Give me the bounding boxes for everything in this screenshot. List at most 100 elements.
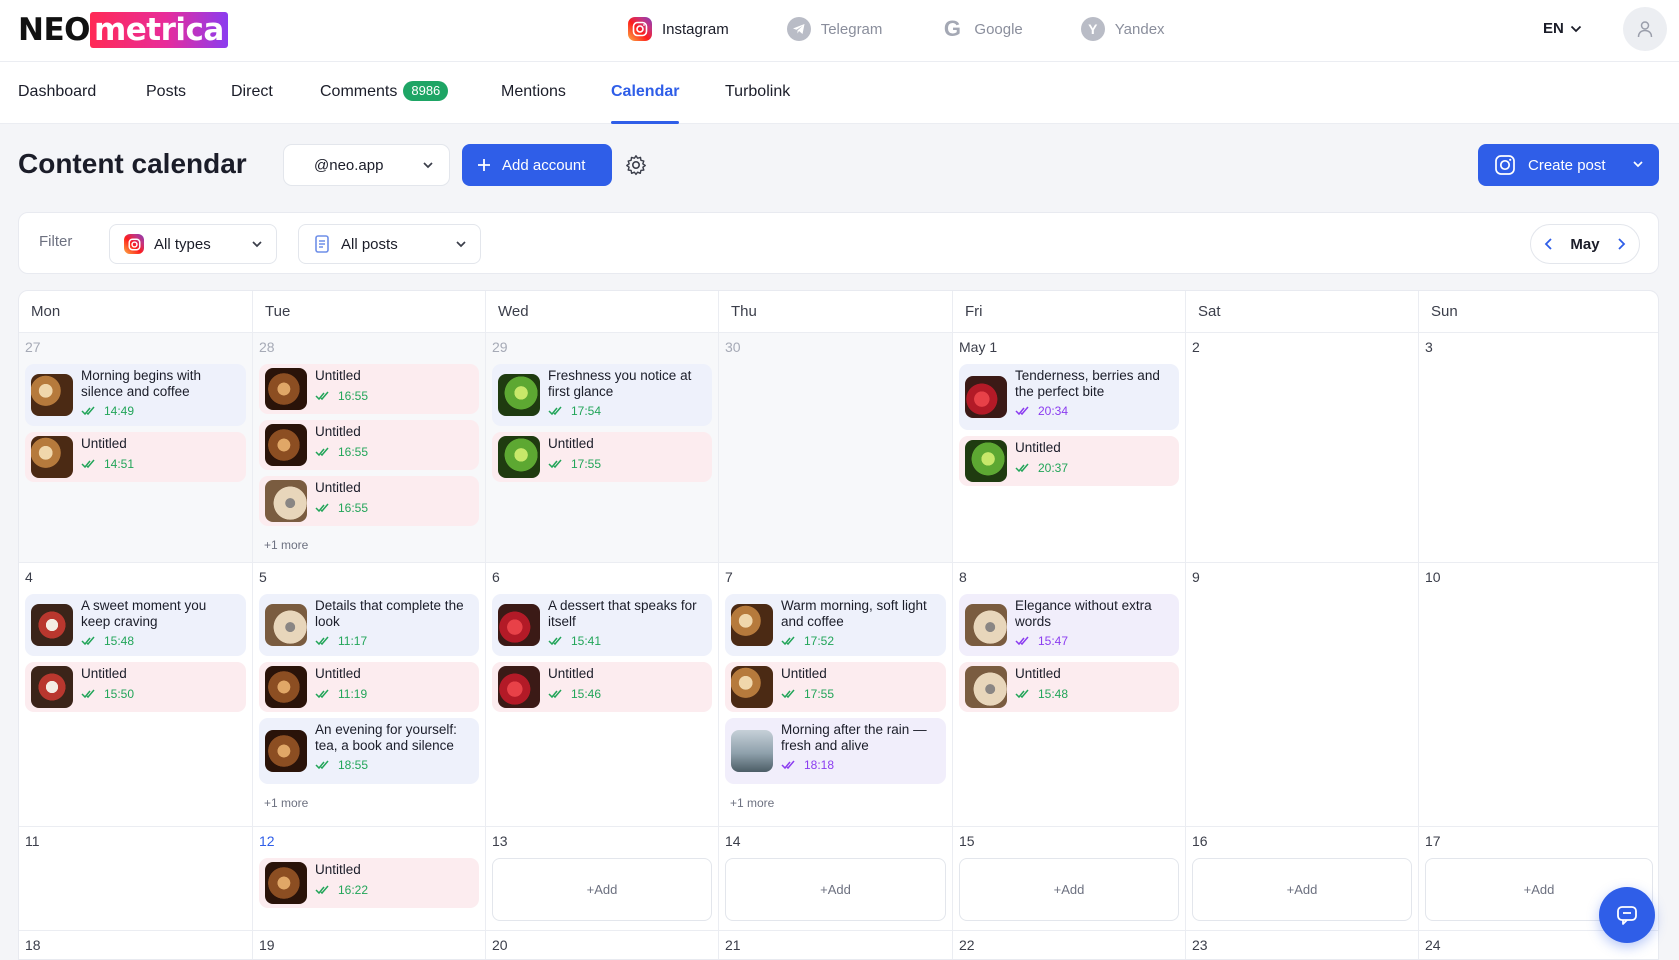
calendar-day-cell[interactable]: 14 +Add xyxy=(719,827,953,931)
posts-filter-select[interactable]: All posts xyxy=(298,224,481,264)
calendar-day-cell[interactable]: 19 xyxy=(253,931,486,959)
post-title: Freshness you notice at first glance xyxy=(548,368,692,399)
calendar-day-cell[interactable]: 12 Untitled 16:22 xyxy=(253,827,486,931)
tab-turbolink[interactable]: Turbolink xyxy=(725,62,790,124)
post-card[interactable]: Untitled 16:55 xyxy=(259,476,479,526)
add-post-slot[interactable]: +Add xyxy=(492,858,712,921)
post-card[interactable]: An evening for yourself: tea, a book and… xyxy=(259,718,479,784)
post-card[interactable]: Untitled 17:55 xyxy=(725,662,946,712)
account-value: @neo.app xyxy=(314,156,384,174)
post-card[interactable]: Tenderness, berries and the perfect bite… xyxy=(959,364,1179,430)
user-avatar[interactable] xyxy=(1623,7,1667,51)
instagram-icon xyxy=(124,234,144,254)
more-posts-link[interactable]: +1 more xyxy=(264,796,308,810)
post-card[interactable]: A dessert that speaks for itself 15:41 xyxy=(492,594,712,656)
settings-button[interactable] xyxy=(625,154,647,181)
post-card[interactable]: A sweet moment you keep craving 15:48 xyxy=(25,594,246,656)
network-google[interactable]: G Google xyxy=(940,14,1023,44)
post-card[interactable]: Freshness you notice at first glance 17:5… xyxy=(492,364,712,426)
day-number: 11 xyxy=(25,833,40,849)
post-card[interactable]: Untitled 16:55 xyxy=(259,420,479,470)
brand-logo[interactable]: NEO metrica xyxy=(18,12,228,48)
tab-comments[interactable]: Comments 8986 xyxy=(320,62,449,124)
calendar-day-cell[interactable]: 22 xyxy=(953,931,1186,959)
tab-mentions[interactable]: Mentions xyxy=(501,62,566,124)
account-select[interactable]: @neo.app xyxy=(283,144,450,186)
calendar-day-cell[interactable]: 6 A dessert that speaks for itself 15:41 Un… xyxy=(486,563,719,827)
add-post-slot[interactable]: +Add xyxy=(959,858,1179,921)
post-card[interactable]: Details that complete the look 11:17 xyxy=(259,594,479,656)
add-account-button[interactable]: Add account xyxy=(462,144,612,186)
chat-support-button[interactable] xyxy=(1599,887,1655,943)
calendar-day-cell[interactable]: 29 Freshness you notice at first glance 17… xyxy=(486,333,719,563)
more-posts-link[interactable]: +1 more xyxy=(730,796,774,810)
type-filter-value: All types xyxy=(154,235,211,253)
calendar-day-cell[interactable]: 2 xyxy=(1186,333,1419,563)
day-number: 8 xyxy=(959,569,967,585)
post-card[interactable]: Untitled 14:51 xyxy=(25,432,246,482)
post-card[interactable]: Warm morning, soft light and coffee 17:52 xyxy=(725,594,946,656)
post-card[interactable]: Untitled 15:50 xyxy=(25,662,246,712)
post-card[interactable]: Untitled 11:19 xyxy=(259,662,479,712)
tab-calendar[interactable]: Calendar xyxy=(611,62,680,124)
calendar-day-cell[interactable]: 23 xyxy=(1186,931,1419,959)
check-double-icon xyxy=(315,447,329,456)
post-title: Morning after the rain — fresh and alive xyxy=(781,722,927,753)
plus-icon xyxy=(478,159,490,171)
calendar-day-cell[interactable]: 13 +Add xyxy=(486,827,719,931)
check-double-icon xyxy=(81,636,95,646)
day-number: 20 xyxy=(492,937,508,953)
post-card[interactable]: Elegance without extra words 15:47 xyxy=(959,594,1179,656)
post-card[interactable]: Morning begins with silence and coffee 14… xyxy=(25,364,246,426)
type-filter-select[interactable]: All types xyxy=(109,224,277,264)
post-card[interactable]: Morning after the rain — fresh and alive… xyxy=(725,718,946,784)
tab-posts[interactable]: Posts xyxy=(146,62,186,124)
calendar-day-cell[interactable]: 7 Warm morning, soft light and coffee 17:5… xyxy=(719,563,953,827)
month-switcher: May xyxy=(1530,224,1640,264)
calendar-day-cell[interactable]: 3 xyxy=(1419,333,1658,563)
calendar-day-cell[interactable]: 5 Details that complete the look 11:17 Unti… xyxy=(253,563,486,827)
add-post-slot[interactable]: +Add xyxy=(725,858,946,921)
add-account-label: Add account xyxy=(502,156,586,174)
post-card[interactable]: Untitled 15:48 xyxy=(959,662,1179,712)
post-card[interactable]: Untitled 16:22 xyxy=(259,858,479,908)
create-post-button[interactable]: Create post xyxy=(1478,144,1659,186)
calendar-day-cell[interactable]: 11 xyxy=(19,827,253,931)
calendar-day-cell[interactable]: 10 xyxy=(1419,563,1658,827)
day-number: 5 xyxy=(259,569,267,585)
more-posts-link[interactable]: +1 more xyxy=(264,538,308,552)
post-time: 15:48 xyxy=(81,634,240,648)
calendar-day-cell[interactable]: 16 +Add xyxy=(1186,827,1419,931)
post-card[interactable]: Untitled 16:55 xyxy=(259,364,479,414)
post-card[interactable]: Untitled 20:37 xyxy=(959,436,1179,486)
post-card[interactable]: Untitled 15:46 xyxy=(492,662,712,712)
calendar-day-cell[interactable]: 9 xyxy=(1186,563,1419,827)
network-label: Instagram xyxy=(662,20,729,38)
calendar-day-cell[interactable]: 27 Morning begins with silence and coffee… xyxy=(19,333,253,563)
day-number: 2 xyxy=(1192,339,1200,355)
network-yandex[interactable]: Y Yandex xyxy=(1080,14,1165,44)
calendar-day-cell[interactable]: 8 Elegance without extra words 15:47 Untitl… xyxy=(953,563,1186,827)
day-number: 12 xyxy=(259,833,275,849)
calendar-day-cell[interactable]: 15 +Add xyxy=(953,827,1186,931)
calendar-day-cell[interactable]: 30 xyxy=(719,333,953,563)
check-double-icon xyxy=(315,760,329,770)
day-number: 28 xyxy=(259,339,275,355)
calendar-day-cell[interactable]: 20 xyxy=(486,931,719,959)
calendar-day-cell[interactable]: 18 xyxy=(19,931,253,959)
network-telegram[interactable]: Telegram xyxy=(786,14,882,44)
chevron-right-icon[interactable] xyxy=(1613,236,1629,252)
chevron-left-icon[interactable] xyxy=(1541,236,1557,252)
calendar-day-cell[interactable]: 4 A sweet moment you keep craving 15:48 Unt… xyxy=(19,563,253,827)
network-instagram[interactable]: Instagram xyxy=(628,14,729,44)
calendar-day-cell[interactable]: 28 Untitled 16:55 Untitled 16:55 Untitled 16:5… xyxy=(253,333,486,563)
post-thumbnail xyxy=(265,666,307,708)
day-number: 9 xyxy=(1192,569,1200,585)
language-select[interactable]: EN xyxy=(1543,20,1582,37)
post-card[interactable]: Untitled 17:55 xyxy=(492,432,712,482)
tab-direct[interactable]: Direct xyxy=(231,62,273,124)
tab-dashboard[interactable]: Dashboard xyxy=(18,62,96,124)
calendar-day-cell[interactable]: May 1 Tenderness, berries and the perfect… xyxy=(953,333,1186,563)
add-post-slot[interactable]: +Add xyxy=(1192,858,1412,921)
calendar-day-cell[interactable]: 21 xyxy=(719,931,953,959)
